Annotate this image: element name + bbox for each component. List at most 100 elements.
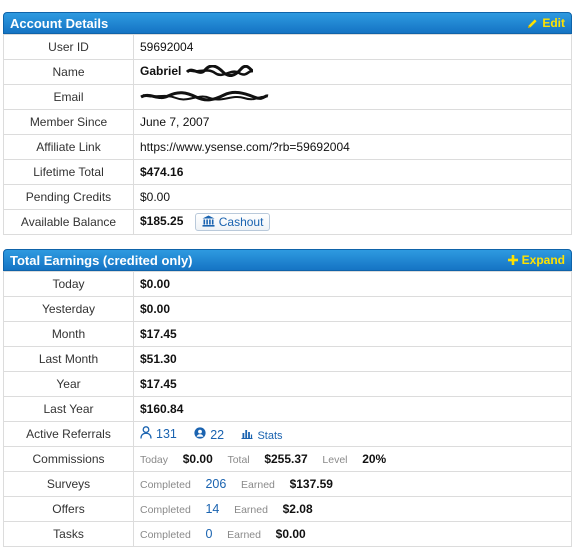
lifetime-total-value: $474.16	[133, 159, 572, 185]
surveys-earned-label: Earned	[241, 479, 275, 491]
total-earnings-header: Total Earnings (credited only) Expand	[3, 249, 572, 271]
active-referrals-label: Active Referrals	[3, 421, 134, 447]
user-outline-icon	[140, 426, 152, 442]
surveys-cell: Completed 206 Earned $137.59	[133, 471, 572, 497]
total-earnings-panel: Total Earnings (credited only) Expand To…	[3, 249, 572, 547]
last-month-value: $51.30	[133, 346, 572, 372]
commissions-total-value: $255.37	[264, 452, 308, 466]
offers-completed-label: Completed	[140, 504, 191, 516]
total-earnings-table: Today $0.00 Yesterday $0.00 Month $17.45…	[3, 271, 572, 547]
available-balance-cell: $185.25 Cashout	[133, 209, 572, 235]
name-cell: Gabriel	[133, 59, 572, 85]
table-row: Offers Completed 14 Earned $2.08	[3, 496, 572, 522]
bar-chart-icon	[241, 429, 253, 442]
offers-earned-label: Earned	[234, 504, 268, 516]
tasks-cell: Completed 0 Earned $0.00	[133, 521, 572, 547]
month-value: $17.45	[133, 321, 572, 347]
table-row: Member Since June 7, 2007	[3, 109, 572, 135]
email-cell	[133, 84, 572, 110]
cashout-button[interactable]: Cashout	[194, 213, 271, 231]
yesterday-value: $0.00	[133, 296, 572, 322]
month-label: Month	[3, 321, 134, 347]
table-row: Affiliate Link https://www.ysense.com/?r…	[3, 134, 572, 160]
table-row: Active Referrals 131 22 Stats	[3, 421, 572, 447]
year-value: $17.45	[133, 371, 572, 397]
surveys-completed-label: Completed	[140, 479, 191, 491]
table-row: Year $17.45	[3, 371, 572, 397]
name-value: Gabriel	[140, 64, 182, 79]
yesterday-label: Yesterday	[3, 296, 134, 322]
tasks-completed-value: 0	[205, 527, 213, 541]
bank-icon	[202, 215, 215, 230]
surveys-completed-value: 206	[205, 477, 227, 491]
indirect-referrals-link[interactable]: 22	[194, 427, 224, 442]
last-month-label: Last Month	[3, 346, 134, 372]
stats-label: Stats	[257, 429, 283, 442]
table-row: Month $17.45	[3, 321, 572, 347]
tasks-link[interactable]: Tasks	[3, 521, 134, 547]
table-row: Last Month $51.30	[3, 346, 572, 372]
indirect-referrals-count: 22	[210, 427, 225, 442]
offers-link[interactable]: Offers	[3, 496, 134, 522]
offers-earned-value: $2.08	[282, 502, 313, 516]
name-label: Name	[3, 59, 134, 85]
commissions-label: Commissions	[3, 446, 134, 472]
surveys-link[interactable]: Surveys	[3, 471, 134, 497]
affiliate-link-label: Affiliate Link	[3, 134, 134, 160]
account-details-header: Account Details Edit	[3, 12, 572, 34]
table-row: Lifetime Total $474.16	[3, 159, 572, 185]
year-label: Year	[3, 371, 134, 397]
user-id-value: 59692004	[133, 34, 572, 60]
table-row: Surveys Completed 206 Earned $137.59	[3, 471, 572, 497]
offers-completed-value: 14	[205, 502, 220, 516]
total-earnings-title: Total Earnings (credited only)	[10, 252, 193, 268]
edit-button[interactable]: Edit	[527, 16, 565, 30]
today-value: $0.00	[133, 271, 572, 297]
last-year-value: $160.84	[133, 396, 572, 422]
available-balance-label: Available Balance	[3, 209, 134, 235]
account-details-panel: Account Details Edit User ID 59692004 Na…	[3, 12, 572, 235]
commissions-total-label: Total	[227, 454, 250, 466]
stats-link[interactable]: Stats	[241, 429, 283, 442]
commissions-today-label: Today	[140, 454, 169, 466]
table-row: Yesterday $0.00	[3, 296, 572, 322]
table-row: Available Balance $185.25 Cashout	[3, 209, 572, 235]
table-row: Name Gabriel	[3, 59, 572, 85]
user-solid-icon	[194, 427, 206, 442]
edit-label: Edit	[542, 16, 565, 30]
direct-referrals-link[interactable]: 131	[140, 426, 177, 442]
expand-label: Expand	[521, 253, 565, 267]
table-row: User ID 59692004	[3, 34, 572, 60]
surveys-earned-value: $137.59	[289, 477, 333, 491]
available-balance-value: $185.25	[140, 214, 184, 229]
direct-referrals-count: 131	[156, 427, 177, 441]
tasks-completed-label: Completed	[140, 529, 191, 541]
last-year-label: Last Year	[3, 396, 134, 422]
pending-credits-value: $0.00	[133, 184, 572, 210]
affiliate-link-value[interactable]: https://www.ysense.com/?rb=59692004	[133, 134, 572, 160]
table-row: Today $0.00	[3, 271, 572, 297]
account-details-table: User ID 59692004 Name Gabriel Email Memb…	[3, 34, 572, 235]
member-since-value: June 7, 2007	[133, 109, 572, 135]
offers-cell: Completed 14 Earned $2.08	[133, 496, 572, 522]
plus-icon	[507, 255, 518, 265]
table-row: Email	[3, 84, 572, 110]
table-row: Last Year $160.84	[3, 396, 572, 422]
redaction-scribble	[185, 64, 255, 80]
table-row: Commissions Today $0.00 Total $255.37 Le…	[3, 446, 572, 472]
cashout-label: Cashout	[218, 215, 264, 229]
commissions-level-label: Level	[322, 454, 348, 466]
tasks-earned-value: $0.00	[275, 527, 306, 541]
table-row: Tasks Completed 0 Earned $0.00	[3, 521, 572, 547]
expand-button[interactable]: Expand	[507, 253, 565, 267]
active-referrals-cell: 131 22 Stats	[133, 421, 572, 447]
today-label: Today	[3, 271, 134, 297]
user-id-label: User ID	[3, 34, 134, 60]
lifetime-total-label: Lifetime Total	[3, 159, 134, 185]
commissions-cell: Today $0.00 Total $255.37 Level 20%	[133, 446, 572, 472]
tasks-earned-label: Earned	[227, 529, 261, 541]
table-row: Pending Credits $0.00	[3, 184, 572, 210]
account-details-title: Account Details	[10, 15, 109, 31]
commissions-today-value: $0.00	[182, 452, 213, 466]
pencil-icon	[527, 18, 538, 29]
